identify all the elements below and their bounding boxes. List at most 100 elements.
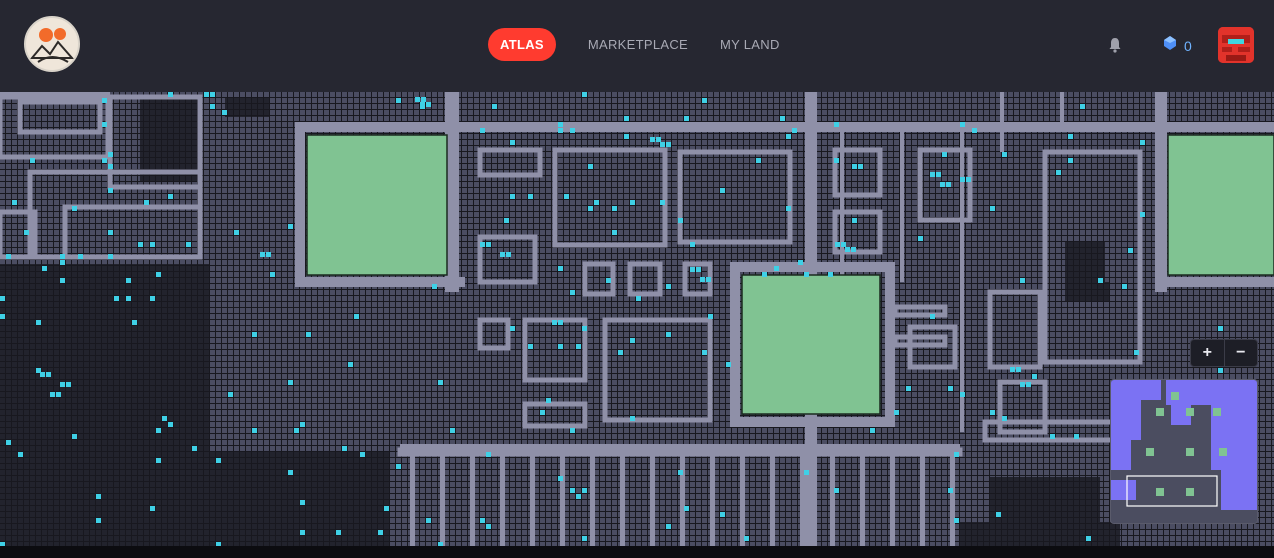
on-sale-parcel (851, 247, 856, 252)
on-sale-parcel (12, 200, 17, 205)
tab-marketplace[interactable]: MARKETPLACE (572, 28, 704, 61)
zoom-out-button[interactable]: − (1223, 340, 1258, 366)
on-sale-parcel (588, 206, 593, 211)
on-sale-parcel (288, 470, 293, 475)
bell-icon[interactable] (1108, 37, 1122, 53)
tab-atlas[interactable]: ATLAS (488, 28, 556, 61)
minimap-district (1221, 470, 1257, 510)
on-sale-parcel (804, 272, 809, 277)
on-sale-parcel (552, 320, 557, 325)
on-sale-parcel (510, 140, 515, 145)
on-sale-parcel (168, 92, 173, 97)
decentraland-logo[interactable] (24, 16, 80, 72)
on-sale-parcel (1098, 278, 1103, 283)
street (770, 452, 775, 552)
on-sale-parcel (504, 218, 509, 223)
on-sale-parcel (114, 296, 119, 301)
minimap-canvas[interactable] (1111, 380, 1258, 524)
on-sale-parcel (40, 372, 45, 377)
on-sale-parcel (774, 266, 779, 271)
on-sale-parcel (700, 277, 705, 282)
on-sale-parcel (30, 158, 35, 163)
mana-balance[interactable]: 0 (1162, 35, 1192, 56)
on-sale-parcel (946, 182, 951, 187)
minimap[interactable] (1110, 379, 1258, 524)
on-sale-parcel (990, 410, 995, 415)
on-sale-parcel (1068, 134, 1073, 139)
street (860, 452, 865, 552)
on-sale-parcel (1056, 170, 1061, 175)
on-sale-parcel (954, 518, 959, 523)
on-sale-parcel (384, 506, 389, 511)
on-sale-parcel (432, 284, 437, 289)
on-sale-parcel (486, 452, 491, 457)
on-sale-parcel (546, 398, 551, 403)
on-sale-parcel (288, 380, 293, 385)
on-sale-parcel (666, 524, 671, 529)
on-sale-parcel (300, 422, 305, 427)
avatar[interactable] (1218, 27, 1254, 63)
on-sale-parcel (342, 446, 347, 451)
on-sale-parcel (216, 458, 221, 463)
on-sale-parcel (702, 350, 707, 355)
road (1155, 277, 1274, 287)
on-sale-parcel (78, 254, 83, 259)
on-sale-parcel (50, 392, 55, 397)
on-sale-parcel (138, 242, 143, 247)
on-sale-parcel (506, 252, 511, 257)
on-sale-parcel (396, 98, 401, 103)
on-sale-parcel (144, 200, 149, 205)
on-sale-parcel (0, 296, 5, 301)
tab-my-land[interactable]: MY LAND (704, 28, 796, 61)
on-sale-parcel (396, 464, 401, 469)
street (620, 452, 625, 552)
plaza (306, 134, 448, 276)
on-sale-parcel (612, 206, 617, 211)
owned-region (130, 352, 200, 472)
road (1060, 92, 1064, 132)
on-sale-parcel (1002, 416, 1007, 421)
on-sale-parcel (576, 344, 581, 349)
on-sale-parcel (24, 230, 29, 235)
on-sale-parcel (6, 440, 11, 445)
on-sale-parcel (966, 177, 971, 182)
on-sale-parcel (66, 382, 71, 387)
on-sale-parcel (894, 410, 899, 415)
minimap-plaza (1186, 488, 1194, 496)
on-sale-parcel (300, 530, 305, 535)
on-sale-parcel (1128, 248, 1133, 253)
on-sale-parcel (1086, 536, 1091, 541)
road (295, 122, 1274, 132)
on-sale-parcel (558, 266, 563, 271)
parcel-grid[interactable] (0, 92, 1274, 558)
minimap-plaza (1219, 448, 1227, 456)
minimap-plaza (1186, 408, 1194, 416)
on-sale-parcel (228, 392, 233, 397)
on-sale-parcel (108, 164, 113, 169)
on-sale-parcel (558, 344, 563, 349)
on-sale-parcel (1218, 368, 1223, 373)
on-sale-parcel (480, 128, 485, 133)
on-sale-parcel (706, 277, 711, 282)
on-sale-parcel (636, 296, 641, 301)
on-sale-parcel (940, 182, 945, 187)
on-sale-parcel (582, 92, 587, 97)
on-sale-parcel (841, 242, 846, 247)
on-sale-parcel (6, 254, 11, 259)
on-sale-parcel (156, 458, 161, 463)
on-sale-parcel (486, 524, 491, 529)
on-sale-parcel (630, 416, 635, 421)
on-sale-parcel (570, 488, 575, 493)
on-sale-parcel (582, 488, 587, 493)
plaza (741, 274, 881, 415)
on-sale-parcel (786, 206, 791, 211)
zoom-in-button[interactable]: + (1191, 340, 1224, 366)
on-sale-parcel (306, 332, 311, 337)
on-sale-parcel (1032, 374, 1037, 379)
atlas-map[interactable] (0, 92, 1274, 558)
on-sale-parcel (756, 158, 761, 163)
on-sale-parcel (510, 326, 515, 331)
on-sale-parcel (480, 518, 485, 523)
minimap-plaza (1156, 408, 1164, 416)
on-sale-parcel (684, 506, 689, 511)
